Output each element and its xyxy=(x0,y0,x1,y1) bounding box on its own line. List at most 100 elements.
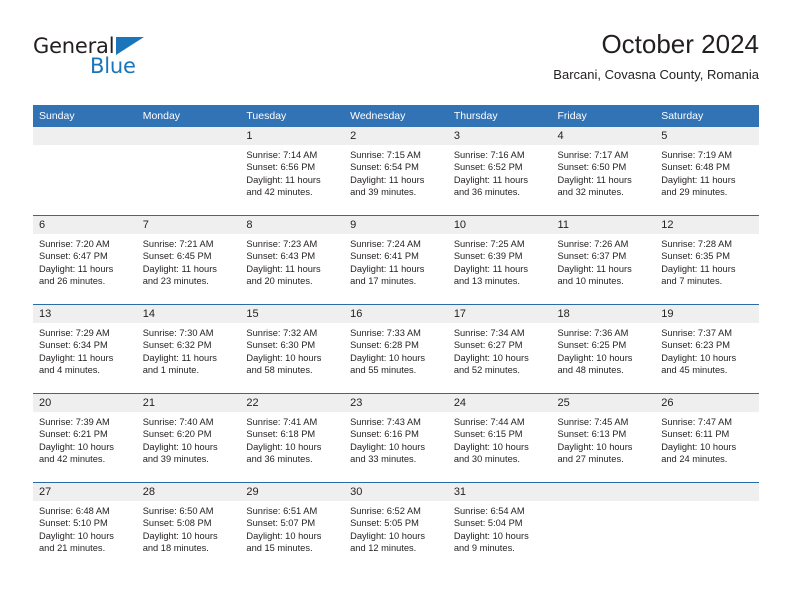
day-number: 30 xyxy=(344,483,448,501)
sunset-text: Sunset: 6:21 PM xyxy=(39,429,108,440)
day-cell[interactable] xyxy=(136,127,241,216)
sunset-text: Sunset: 6:43 PM xyxy=(246,251,316,262)
day-info: Sunrise: 7:21 AM Sunset: 6:45 PM Dayligh… xyxy=(137,234,241,288)
day-info: Sunrise: 7:41 AM Sunset: 6:18 PM Dayligh… xyxy=(240,412,344,466)
sunset-text: Sunset: 6:13 PM xyxy=(557,429,627,440)
day-cell[interactable]: 14 Sunrise: 7:30 AM Sunset: 6:32 PM Dayl… xyxy=(136,304,241,394)
sunrise-text: Sunrise: 7:21 AM xyxy=(142,239,214,249)
day-cell[interactable]: 5 Sunrise: 7:19 AM Sunset: 6:48 PM Dayli… xyxy=(655,127,759,216)
daylight-text: Daylight: 10 hours and 33 minutes. xyxy=(350,441,426,465)
day-info: Sunrise: 6:54 AM Sunset: 5:04 PM Dayligh… xyxy=(448,501,552,555)
day-cell[interactable]: 19 Sunrise: 7:37 AM Sunset: 6:23 PM Dayl… xyxy=(655,304,759,394)
day-number: 24 xyxy=(447,394,552,412)
day-cell[interactable]: 10 Sunrise: 7:25 AM Sunset: 6:39 PM Dayl… xyxy=(447,215,552,305)
daylight-text: Daylight: 10 hours and 55 minutes. xyxy=(350,352,426,376)
day-cell[interactable] xyxy=(551,482,656,571)
triangle-icon xyxy=(116,37,144,55)
day-cell[interactable]: 22 Sunrise: 7:41 AM Sunset: 6:18 PM Dayl… xyxy=(240,393,345,483)
day-info: Sunrise: 7:36 AM Sunset: 6:25 PM Dayligh… xyxy=(552,323,656,377)
day-cell[interactable]: 20 Sunrise: 7:39 AM Sunset: 6:21 PM Dayl… xyxy=(33,393,137,483)
daylight-text: Daylight: 11 hours and 36 minutes. xyxy=(453,174,529,198)
sunrise-text: Sunrise: 7:28 AM xyxy=(661,239,733,249)
day-cell[interactable]: 8 Sunrise: 7:23 AM Sunset: 6:43 PM Dayli… xyxy=(240,215,345,305)
sunset-text: Sunset: 5:05 PM xyxy=(350,518,419,529)
calendar-body: 1 Sunrise: 7:14 AM Sunset: 6:56 PM Dayli… xyxy=(33,127,759,571)
day-cell[interactable]: 27 Sunrise: 6:48 AM Sunset: 5:10 PM Dayl… xyxy=(33,482,137,571)
generalblue-logo[interactable]: General Blue xyxy=(33,34,163,80)
day-cell[interactable]: 11 Sunrise: 7:26 AM Sunset: 6:37 PM Dayl… xyxy=(551,215,656,305)
day-number xyxy=(33,127,137,145)
day-number: 18 xyxy=(551,305,656,323)
sunset-text: Sunset: 6:30 PM xyxy=(246,340,316,351)
day-cell[interactable] xyxy=(33,127,137,216)
day-number: 1 xyxy=(240,127,345,145)
day-cell[interactable]: 15 Sunrise: 7:32 AM Sunset: 6:30 PM Dayl… xyxy=(240,304,345,394)
daylight-text: Daylight: 11 hours and 4 minutes. xyxy=(39,352,114,376)
day-number: 13 xyxy=(33,305,137,323)
title-block: October 2024 Barcani, Covasna County, Ro… xyxy=(553,28,759,85)
day-number: 14 xyxy=(136,305,241,323)
sunrise-text: Sunrise: 7:34 AM xyxy=(453,328,525,338)
day-cell[interactable]: 24 Sunrise: 7:44 AM Sunset: 6:15 PM Dayl… xyxy=(447,393,552,483)
sunrise-text: Sunrise: 7:40 AM xyxy=(142,417,214,427)
page-title: October 2024 xyxy=(601,29,759,59)
sunrise-text: Sunrise: 6:50 AM xyxy=(142,506,214,516)
daylight-text: Daylight: 10 hours and 39 minutes. xyxy=(142,441,218,465)
day-cell[interactable]: 4 Sunrise: 7:17 AM Sunset: 6:50 PM Dayli… xyxy=(551,127,656,216)
day-cell[interactable]: 13 Sunrise: 7:29 AM Sunset: 6:34 PM Dayl… xyxy=(33,304,137,394)
sunset-text: Sunset: 6:11 PM xyxy=(661,429,730,440)
day-info: Sunrise: 7:20 AM Sunset: 6:47 PM Dayligh… xyxy=(33,234,137,288)
sunset-text: Sunset: 6:16 PM xyxy=(350,429,419,440)
sunset-text: Sunset: 6:23 PM xyxy=(661,340,730,351)
day-info xyxy=(552,501,656,505)
day-info: Sunrise: 7:39 AM Sunset: 6:21 PM Dayligh… xyxy=(33,412,137,466)
day-cell[interactable]: 12 Sunrise: 7:28 AM Sunset: 6:35 PM Dayl… xyxy=(655,215,759,305)
calendar-table: Sunday Monday Tuesday Wednesday Thursday… xyxy=(33,105,759,571)
day-cell[interactable]: 17 Sunrise: 7:34 AM Sunset: 6:27 PM Dayl… xyxy=(447,304,552,394)
day-cell[interactable]: 2 Sunrise: 7:15 AM Sunset: 6:54 PM Dayli… xyxy=(344,127,448,216)
sunset-text: Sunset: 5:04 PM xyxy=(453,518,523,529)
sunset-text: Sunset: 6:37 PM xyxy=(557,251,627,262)
sunset-text: Sunset: 6:25 PM xyxy=(557,340,627,351)
sunset-text: Sunset: 6:28 PM xyxy=(350,340,419,351)
day-cell[interactable]: 7 Sunrise: 7:21 AM Sunset: 6:45 PM Dayli… xyxy=(136,215,241,305)
weekday-header-friday: Friday xyxy=(551,105,656,127)
day-cell[interactable]: 23 Sunrise: 7:43 AM Sunset: 6:16 PM Dayl… xyxy=(344,393,448,483)
day-cell[interactable]: 9 Sunrise: 7:24 AM Sunset: 6:41 PM Dayli… xyxy=(344,215,448,305)
day-cell[interactable]: 6 Sunrise: 7:20 AM Sunset: 6:47 PM Dayli… xyxy=(33,215,137,305)
day-number: 9 xyxy=(344,216,448,234)
sunset-text: Sunset: 5:08 PM xyxy=(142,518,212,529)
sunrise-text: Sunrise: 7:19 AM xyxy=(661,150,733,160)
day-cell[interactable]: 18 Sunrise: 7:36 AM Sunset: 6:25 PM Dayl… xyxy=(551,304,656,394)
day-cell[interactable]: 1 Sunrise: 7:14 AM Sunset: 6:56 PM Dayli… xyxy=(240,127,345,216)
daylight-text: Daylight: 11 hours and 29 minutes. xyxy=(661,174,736,198)
sunrise-text: Sunrise: 7:33 AM xyxy=(350,328,421,338)
day-cell[interactable] xyxy=(655,482,759,571)
day-cell[interactable]: 21 Sunrise: 7:40 AM Sunset: 6:20 PM Dayl… xyxy=(136,393,241,483)
day-cell[interactable]: 26 Sunrise: 7:47 AM Sunset: 6:11 PM Dayl… xyxy=(655,393,759,483)
day-cell[interactable]: 3 Sunrise: 7:16 AM Sunset: 6:52 PM Dayli… xyxy=(447,127,552,216)
day-number: 29 xyxy=(240,483,345,501)
sunrise-text: Sunrise: 7:14 AM xyxy=(246,150,318,160)
day-number: 8 xyxy=(240,216,345,234)
day-cell[interactable]: 31 Sunrise: 6:54 AM Sunset: 5:04 PM Dayl… xyxy=(447,482,552,571)
calendar-head: Sunday Monday Tuesday Wednesday Thursday… xyxy=(33,105,759,127)
day-cell[interactable]: 29 Sunrise: 6:51 AM Sunset: 5:07 PM Dayl… xyxy=(240,482,345,571)
sunset-text: Sunset: 6:48 PM xyxy=(661,162,730,173)
sunrise-text: Sunrise: 6:54 AM xyxy=(453,506,525,516)
day-info: Sunrise: 7:23 AM Sunset: 6:43 PM Dayligh… xyxy=(240,234,344,288)
day-cell[interactable]: 16 Sunrise: 7:33 AM Sunset: 6:28 PM Dayl… xyxy=(344,304,448,394)
day-info: Sunrise: 7:43 AM Sunset: 6:16 PM Dayligh… xyxy=(344,412,448,466)
daylight-text: Daylight: 11 hours and 13 minutes. xyxy=(453,263,529,287)
sunrise-text: Sunrise: 7:15 AM xyxy=(350,150,421,160)
sunset-text: Sunset: 6:52 PM xyxy=(453,162,523,173)
day-number: 15 xyxy=(240,305,345,323)
day-info: Sunrise: 7:17 AM Sunset: 6:50 PM Dayligh… xyxy=(552,145,656,199)
sunset-text: Sunset: 6:45 PM xyxy=(142,251,212,262)
day-number: 4 xyxy=(551,127,656,145)
day-info: Sunrise: 7:34 AM Sunset: 6:27 PM Dayligh… xyxy=(448,323,552,377)
day-cell[interactable]: 25 Sunrise: 7:45 AM Sunset: 6:13 PM Dayl… xyxy=(551,393,656,483)
day-cell[interactable]: 28 Sunrise: 6:50 AM Sunset: 5:08 PM Dayl… xyxy=(136,482,241,571)
logo-text-blue: Blue xyxy=(90,54,136,78)
day-cell[interactable]: 30 Sunrise: 6:52 AM Sunset: 5:05 PM Dayl… xyxy=(344,482,448,571)
